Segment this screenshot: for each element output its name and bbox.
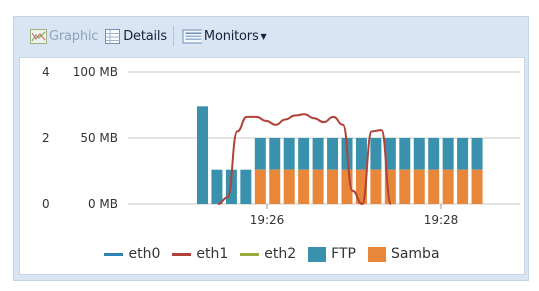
ftp-bar: [298, 138, 310, 170]
network-monitor-panel: Graphic Details Monitors ▼ 4 100 MB 2 50…: [13, 16, 529, 281]
ftp-bar: [399, 138, 411, 170]
samba-bar: [428, 169, 440, 204]
ftp-bar: [312, 138, 324, 170]
samba-bar: [298, 169, 310, 204]
samba-bar: [283, 169, 295, 204]
samba-bar: [399, 169, 411, 204]
legend-swatch-eth2: [240, 252, 260, 256]
left-axis-tick-label: 0: [42, 197, 50, 211]
legend-label-samba: Samba: [390, 246, 440, 262]
traffic-chart: 4 100 MB 2 50 MB 0 0 MB 19:26 19:28 eth0 eth1 e…: [19, 57, 525, 275]
ftp-bar: [428, 138, 440, 170]
chevron-down-icon: ▼: [260, 31, 267, 41]
samba-bar: [370, 169, 382, 204]
ftp-bar: [283, 138, 295, 170]
details-button[interactable]: Details: [101, 25, 170, 47]
legend-item-samba[interactable]: Samba: [367, 246, 440, 262]
legend-label-eth1: eth1: [196, 246, 229, 262]
legend-item-eth2[interactable]: eth2: [240, 246, 296, 262]
right-axis-tick-label: 0 MB: [88, 197, 118, 211]
legend-swatch-eth1: [172, 252, 192, 256]
ftp-bar: [197, 106, 208, 204]
right-axis-tick-label: 50 MB: [80, 131, 118, 145]
legend-swatch-samba: [367, 246, 386, 262]
ftp-bar: [240, 169, 252, 204]
legend-item-eth1[interactable]: eth1: [172, 246, 228, 262]
chart-legend: eth0 eth1 eth2 FTP Samba: [20, 246, 524, 262]
samba-bar: [327, 169, 339, 204]
legend-label-eth2: eth2: [264, 246, 297, 262]
graphic-label: Graphic: [49, 28, 99, 44]
table-icon: [105, 28, 121, 44]
ftp-bar: [471, 138, 483, 170]
legend-item-eth0[interactable]: eth0: [104, 246, 160, 262]
monitors-label: Monitors: [203, 28, 259, 44]
legend-swatch-ftp: [308, 246, 327, 262]
x-axis-tick-label: 19:26: [250, 213, 285, 227]
ftp-bar: [457, 138, 469, 170]
samba-bar: [471, 169, 483, 204]
legend-label-ftp: FTP: [331, 246, 356, 262]
ftp-bar: [254, 138, 266, 170]
legend-swatch-eth0: [104, 252, 124, 256]
x-axis-tick-label: 19:28: [424, 213, 459, 227]
monitors-dropdown[interactable]: Monitors ▼: [177, 25, 270, 47]
legend-label-eth0: eth0: [128, 246, 161, 262]
legend-item-ftp[interactable]: FTP: [308, 246, 356, 262]
ftp-bar: [370, 138, 382, 170]
left-axis-tick-label: 2: [42, 131, 50, 145]
ftp-bar: [355, 138, 367, 170]
chart-plot-area: 4 100 MB 2 50 MB 0 0 MB 19:26 19:28: [42, 65, 520, 227]
ftp-bar: [413, 138, 425, 170]
right-axis-tick-label: 100 MB: [73, 65, 118, 79]
samba-bar: [254, 169, 266, 204]
samba-bar: [312, 169, 324, 204]
toolbar: Graphic Details Monitors ▼: [14, 17, 528, 55]
samba-bar: [413, 169, 425, 204]
left-axis-tick-label: 4: [42, 65, 50, 79]
graphic-button[interactable]: Graphic: [27, 25, 101, 47]
toolbar-separator: [172, 26, 174, 46]
ftp-bar: [269, 138, 281, 170]
ftp-bar: [442, 138, 454, 170]
ftp-bar: [211, 169, 223, 204]
chart-icon: [30, 28, 47, 44]
samba-bar: [269, 169, 281, 204]
samba-bar: [442, 169, 454, 204]
monitor-icon: [182, 29, 202, 43]
samba-bar: [457, 169, 469, 204]
details-label: Details: [123, 28, 167, 44]
ftp-bar: [327, 138, 339, 170]
